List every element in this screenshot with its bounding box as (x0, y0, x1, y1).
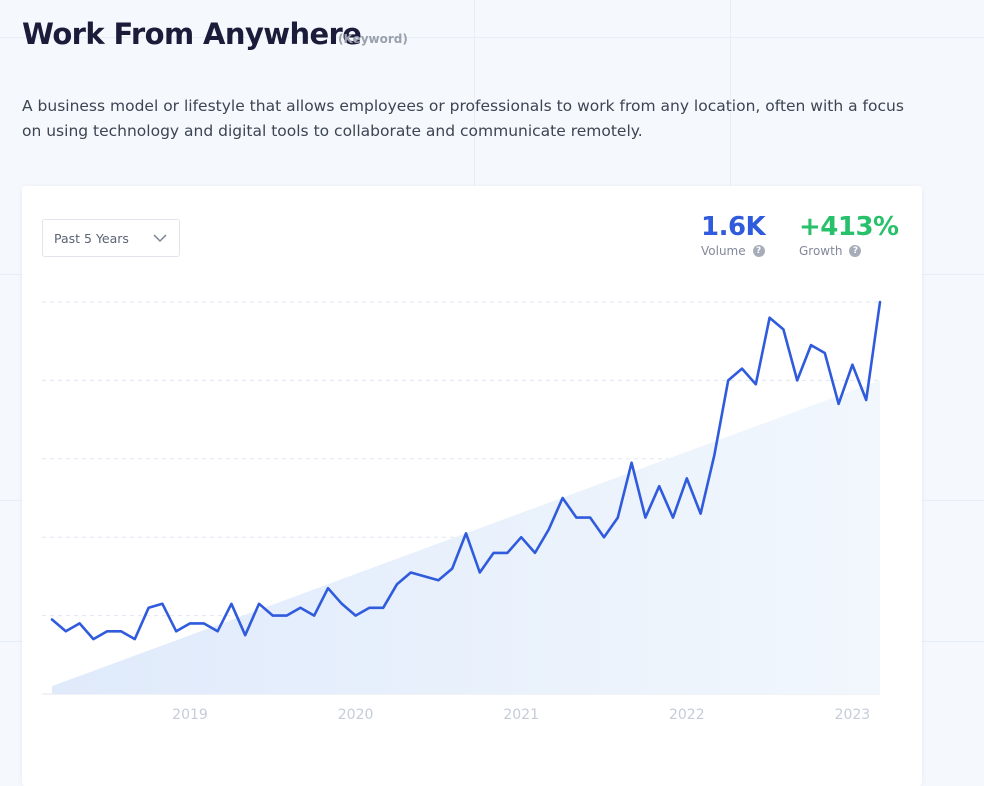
x-tick-label-2023: 2023 (835, 707, 871, 723)
x-tick-label-2020: 2020 (338, 707, 374, 723)
x-tick-label-2019: 2019 (172, 707, 208, 723)
x-tick-label-2021: 2021 (503, 707, 539, 723)
x-tick-label-2022: 2022 (669, 707, 705, 723)
search-volume-chart: 2019 2020 2021 2022 2023 (42, 300, 882, 723)
